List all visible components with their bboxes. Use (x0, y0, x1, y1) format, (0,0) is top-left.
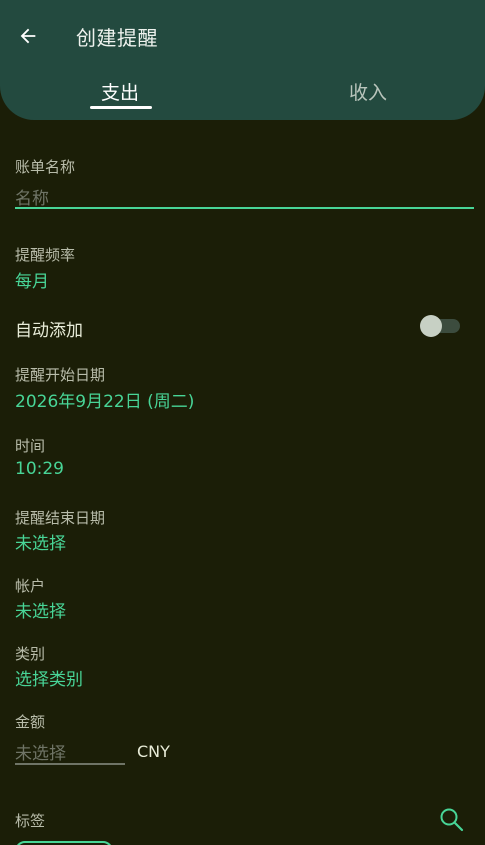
tag-chip[interactable] (15, 841, 113, 845)
auto-add-label: 自动添加 (15, 321, 83, 341)
tab-expense[interactable]: 支出 (101, 78, 139, 105)
currency-label[interactable]: CNY (137, 742, 170, 761)
search-icon (440, 808, 464, 832)
tags-label: 标签 (15, 812, 46, 830)
tab-indicator (90, 106, 152, 109)
account-value[interactable]: 未选择 (15, 597, 66, 622)
time-label: 时间 (15, 437, 46, 455)
account-label: 帐户 (15, 577, 46, 595)
auto-add-toggle[interactable] (420, 314, 462, 338)
amount-underline (15, 763, 125, 765)
start-date-label: 提醒开始日期 (15, 366, 106, 384)
tag-search-button[interactable] (438, 806, 466, 834)
back-button[interactable] (12, 20, 44, 52)
time-value[interactable]: 10:29 (15, 459, 64, 479)
end-date-value[interactable]: 未选择 (15, 529, 66, 554)
end-date-label: 提醒结束日期 (15, 509, 106, 527)
amount-input[interactable]: 未选择 (15, 739, 66, 764)
frequency-value[interactable]: 每月 (15, 267, 49, 292)
category-value[interactable]: 选择类别 (15, 665, 83, 690)
bill-name-underline (15, 207, 474, 209)
tab-income[interactable]: 收入 (349, 78, 387, 105)
category-label: 类别 (15, 645, 46, 663)
page-title: 创建提醒 (76, 26, 158, 50)
app-header: 创建提醒 支出 收入 (0, 0, 485, 120)
bill-name-label: 账单名称 (15, 158, 76, 176)
toggle-thumb (420, 315, 442, 337)
amount-label: 金额 (15, 713, 46, 731)
frequency-label: 提醒频率 (15, 246, 76, 264)
bill-name-input[interactable]: 名称 (15, 184, 49, 209)
start-date-value[interactable]: 2026年9月22日 (周二) (15, 387, 194, 412)
arrow-left-icon (20, 28, 36, 44)
